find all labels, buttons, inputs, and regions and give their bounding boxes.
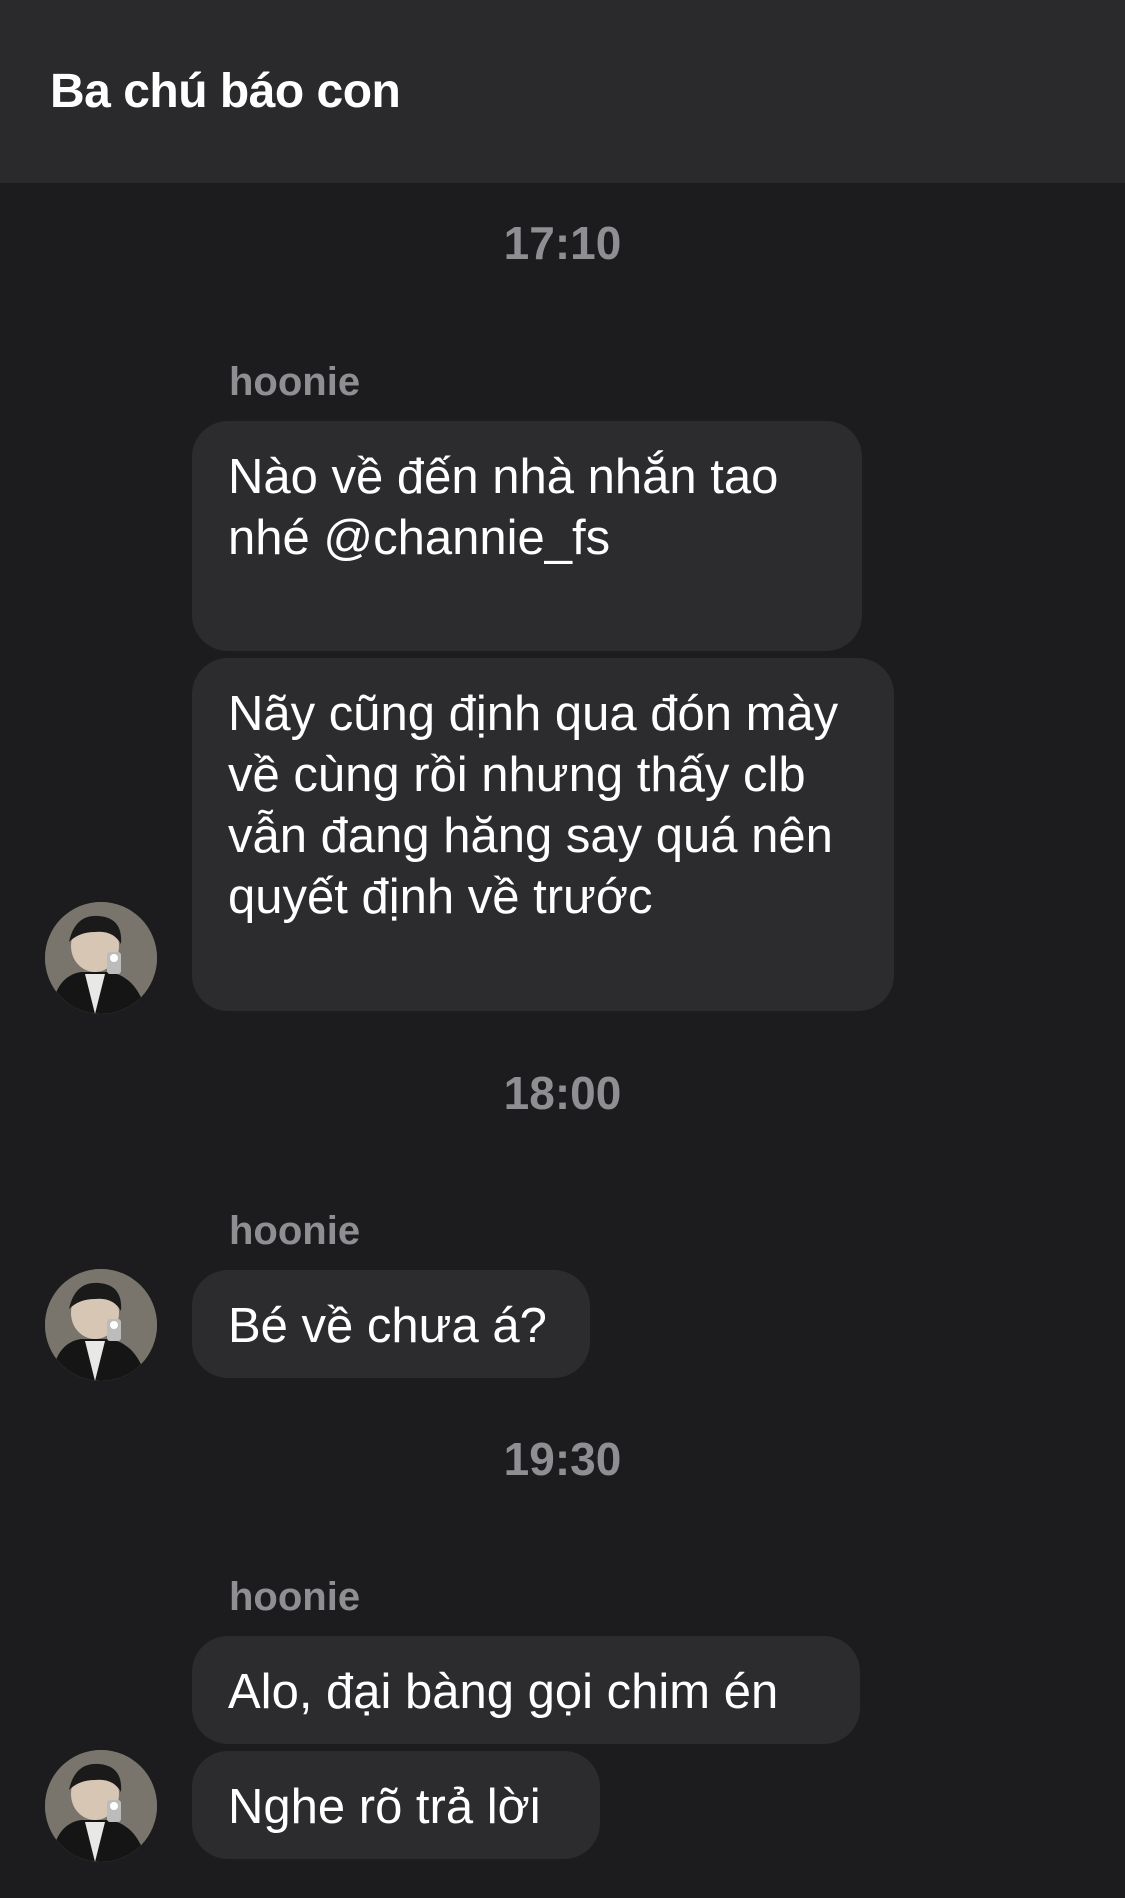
avatar[interactable] <box>45 1750 157 1862</box>
avatar-photo-icon <box>45 1750 157 1862</box>
message-bubble[interactable]: Nãy cũng định qua đón mày về cùng rồi nh… <box>192 658 894 1011</box>
chat-header: Ba chú báo con <box>0 0 1125 183</box>
sender-name: hoonie <box>229 1575 361 1619</box>
avatar[interactable] <box>45 902 157 1014</box>
avatar-photo-icon <box>45 1269 157 1381</box>
chat-title[interactable]: Ba chú báo con <box>50 64 401 119</box>
message-bubble[interactable]: Alo, đại bàng gọi chim én <box>192 1636 860 1744</box>
timestamp: 19:30 <box>503 1433 622 1485</box>
sender-name: hoonie <box>229 1209 361 1253</box>
avatar-photo-icon <box>45 902 157 1014</box>
timestamp: 18:00 <box>503 1067 622 1119</box>
message-bubble[interactable]: Nào về đến nhà nhắn tao nhé @channie_fs <box>192 421 862 651</box>
sender-name: hoonie <box>229 360 361 404</box>
timestamp: 17:10 <box>503 217 622 269</box>
message-bubble[interactable]: Nghe rõ trả lời <box>192 1751 600 1859</box>
avatar[interactable] <box>45 1269 157 1381</box>
message-bubble[interactable]: Bé về chưa á? <box>192 1270 590 1378</box>
